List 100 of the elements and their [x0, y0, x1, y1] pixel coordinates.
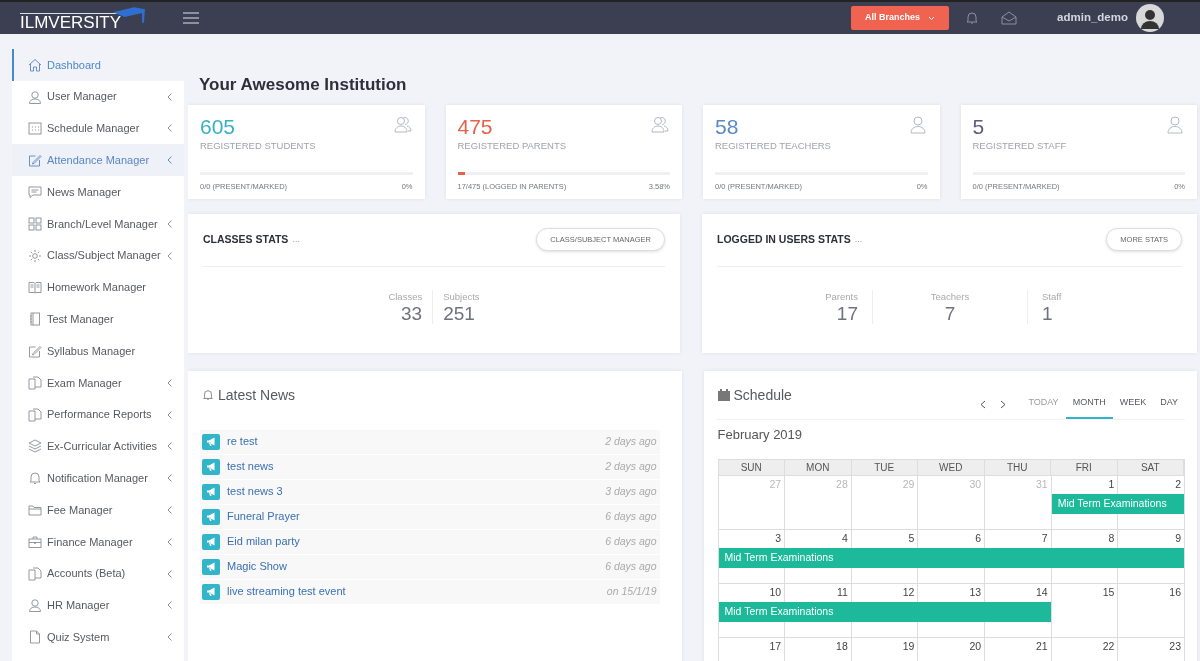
news-item[interactable]: test news 2 days ago	[200, 454, 660, 480]
sidebar-item[interactable]: Ex-Curricular Activities	[12, 430, 184, 463]
users-icon	[650, 114, 670, 135]
news-link[interactable]: test news 3	[227, 483, 283, 500]
news-item[interactable]: live streaming test event on 15/1/19	[200, 579, 660, 605]
layers-icon	[28, 439, 42, 454]
username[interactable]: admin_demo	[1057, 9, 1128, 27]
day-number: 15	[1102, 584, 1115, 599]
sidebar-item[interactable]: Schedule Manager	[12, 112, 184, 145]
day-number: 4	[841, 530, 848, 545]
stat-label: Subjects	[443, 289, 480, 304]
stat-label: REGISTERED STUDENTS	[200, 138, 316, 153]
card-title: CLASSES STATS	[203, 231, 289, 247]
day-number: 6	[975, 530, 982, 545]
news-link[interactable]: live streaming test event	[227, 583, 346, 600]
sidebar-item[interactable]: Dashboard	[12, 49, 184, 81]
stat-label: Staff	[1042, 289, 1063, 304]
news-link[interactable]: test news	[227, 458, 274, 475]
day-number: 23	[1169, 638, 1181, 653]
view-tab[interactable]: WEEK	[1112, 387, 1154, 419]
documents-icon	[28, 375, 42, 390]
card-title: LOGGED IN USERS STATS	[717, 231, 851, 247]
day-number: 1	[1108, 476, 1115, 491]
sidebar-item[interactable]: User Manager	[12, 80, 184, 113]
day-number: 13	[969, 584, 982, 599]
sidebar-item[interactable]: Performance Reports	[12, 398, 184, 431]
users-icon	[392, 114, 413, 135]
day-number: 27	[769, 476, 782, 491]
news-item[interactable]: Funeral Prayer 6 days ago	[200, 504, 660, 530]
day-number: 14	[1036, 584, 1048, 599]
documents-icon	[28, 407, 42, 422]
weekday-header: SUN	[718, 459, 785, 475]
stat-label: REGISTERED TEACHERS	[715, 138, 831, 153]
news-time: 6 days ago	[605, 508, 657, 524]
bell-icon	[28, 471, 42, 486]
documents-icon	[28, 566, 42, 581]
sidebar-item[interactable]: Homework Manager	[12, 271, 184, 304]
stat-value: 1	[1042, 303, 1054, 324]
stat-value: 7	[943, 303, 957, 324]
home-icon	[28, 57, 42, 72]
news-item[interactable]: Magic Show 6 days ago	[200, 554, 660, 580]
ellipsis: ...	[854, 232, 863, 246]
stat-label: Classes	[388, 289, 423, 304]
day-number: 22	[1102, 638, 1115, 653]
sidebar-item[interactable]: Finance Manager	[12, 525, 184, 558]
stat-value: 33	[400, 303, 423, 324]
bell-icon[interactable]	[965, 11, 980, 25]
user-icon	[28, 89, 42, 104]
sidebar-item[interactable]: Branch/Level Manager	[12, 208, 184, 240]
megaphone-icon	[202, 458, 220, 475]
news-link[interactable]: Funeral Prayer	[227, 508, 300, 525]
stat-label: REGISTERED PARENTS	[457, 138, 567, 153]
ellipsis: ...	[292, 232, 300, 246]
day-number: 7	[1041, 530, 1048, 545]
sidebar-item[interactable]: Accounts (Beta)	[12, 557, 184, 590]
stat-label: Teachers	[929, 289, 971, 304]
sidebar-item[interactable]: Notification Manager	[12, 462, 184, 495]
view-tab[interactable]: MONTH	[1065, 387, 1113, 419]
news-link[interactable]: Magic Show	[227, 558, 287, 575]
news-time: 3 days ago	[605, 483, 657, 499]
sidebar-item[interactable]: Attendance Manager	[12, 144, 184, 177]
sidebar-item[interactable]: Quiz System	[12, 621, 184, 654]
view-tab[interactable]: DAY	[1153, 387, 1185, 419]
weekday-header: MON	[785, 459, 852, 475]
sidebar-item[interactable]: News Manager	[12, 176, 184, 208]
news-time: 6 days ago	[605, 533, 657, 549]
weekday-header: FRI	[1051, 459, 1118, 475]
envelope-icon[interactable]	[1001, 11, 1018, 25]
news-item[interactable]: test news 3 3 days ago	[200, 479, 660, 505]
avatar-icon[interactable]	[1136, 4, 1164, 32]
stat-value: 58	[715, 114, 740, 139]
grid-icon	[28, 216, 42, 231]
sidebar-item[interactable]: Exam Manager	[12, 366, 184, 399]
sidebar-item[interactable]: Fee Manager	[12, 494, 184, 526]
news-time: on 15/1/19	[606, 583, 657, 599]
day-number: 10	[769, 584, 782, 599]
edit-icon	[28, 153, 42, 168]
day-number: 30	[969, 476, 982, 491]
stat-label: Parents	[824, 289, 858, 304]
sidebar-item[interactable]: Test Manager	[12, 303, 184, 336]
day-number: 9	[1175, 530, 1181, 545]
weekday-header: TUE	[851, 459, 918, 475]
calendar-icon	[717, 389, 730, 401]
stat-value: 605	[200, 114, 237, 139]
day-number: 21	[1036, 638, 1048, 653]
stat-value: 251	[443, 303, 476, 324]
weekday-header: THU	[984, 459, 1051, 475]
sidebar-item[interactable]: Class/Subject Manager	[12, 239, 184, 272]
news-item[interactable]: re test 2 days ago	[200, 429, 660, 455]
briefcase-icon	[28, 534, 42, 549]
menu-icon[interactable]	[183, 12, 199, 24]
news-link[interactable]: re test	[227, 433, 258, 450]
news-link[interactable]: Eid milan party	[227, 533, 300, 550]
megaphone-icon	[202, 508, 220, 525]
sidebar-item[interactable]: Syllabus Manager	[12, 335, 184, 367]
sidebar-item[interactable]: HR Manager	[12, 589, 184, 622]
news-item[interactable]: Eid milan party 6 days ago	[200, 529, 660, 555]
day-number: 11	[836, 584, 848, 599]
day-number: 19	[902, 638, 915, 653]
news-time: 2 days ago	[605, 458, 657, 474]
